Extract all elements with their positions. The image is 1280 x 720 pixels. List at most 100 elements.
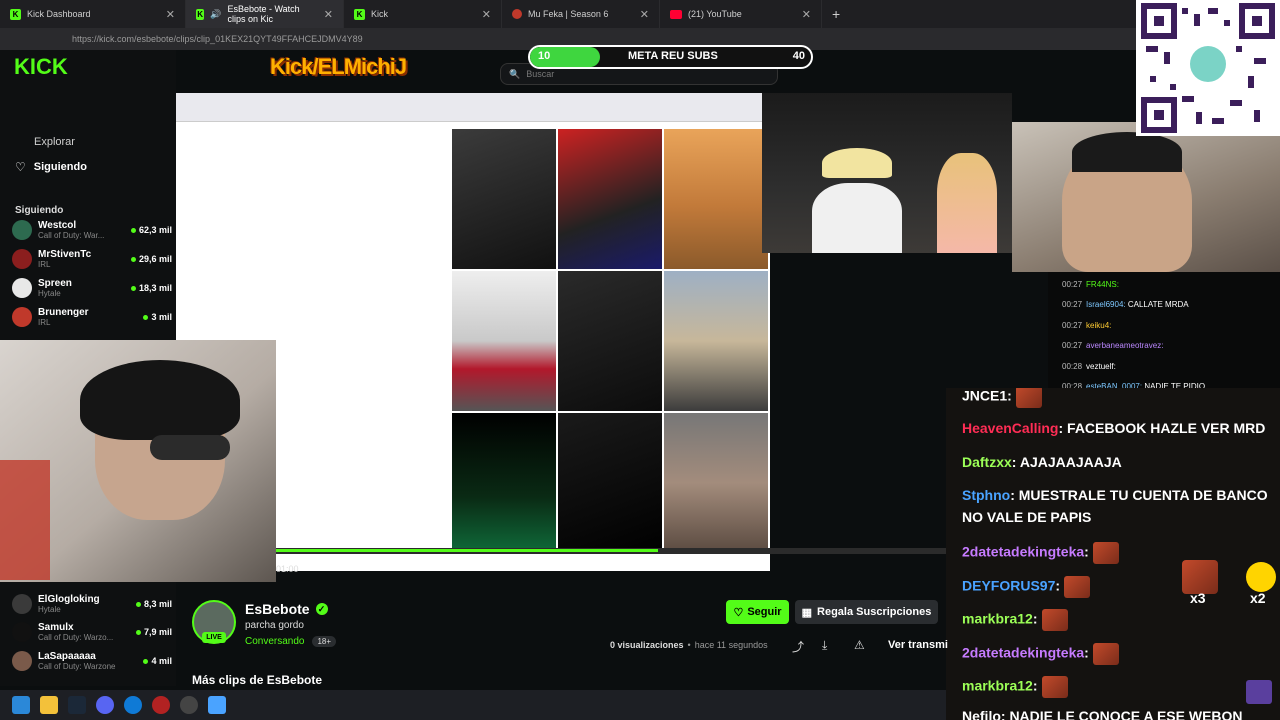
tab-label: Kick	[371, 9, 389, 19]
sidebar-explore[interactable]: Explorar	[34, 136, 75, 148]
chat-message: JNCE1:	[962, 388, 1042, 408]
gift-subs-button[interactable]: ▦ Regala Suscripciones	[795, 600, 938, 624]
video-inner-browser	[176, 93, 770, 121]
chat-message: markbra12:	[962, 609, 1068, 631]
gift-icon: ▦	[801, 606, 813, 619]
tab-kick-dashboard[interactable]: K Kick Dashboard ✕	[0, 0, 186, 28]
stream-category[interactable]: Conversando 18+	[245, 636, 337, 647]
sidebar-channel-lasapaaaaa[interactable]: LaSapaaaaa Call of Duty: Warzone 4 mil	[12, 647, 172, 675]
emote-icon	[1092, 643, 1119, 665]
chat-message: markbra12:	[962, 676, 1068, 698]
grid-photo	[452, 413, 556, 553]
chat-message: Stphno: MUESTRALE TU CUENTA DE BANCO	[962, 487, 1268, 503]
notepad-icon[interactable]	[208, 696, 226, 714]
meta-label: META REU SUBS	[628, 50, 718, 62]
emote-icon	[1015, 388, 1042, 408]
sidebar-channel-spreen[interactable]: Spreen Hytale 18,3 mil	[12, 274, 172, 302]
clip-stats: 0 visualizaciones • hace 11 segundos	[610, 640, 768, 650]
close-tab-icon[interactable]: ✕	[324, 8, 333, 21]
small-chat-message: 00:27 keiku4:	[1062, 321, 1112, 330]
heart-icon: ♡	[733, 606, 744, 619]
tab-label: EsBebote - Watch clips on Kic	[227, 4, 300, 24]
speaker-icon[interactable]: 🔊	[210, 9, 221, 20]
grid-photo	[452, 129, 556, 269]
sidebar-channel-westcol[interactable]: Westcol Call of Duty: War... 62,3 mil	[12, 216, 172, 244]
search-icon: 🔍	[509, 68, 521, 79]
qr-code	[1136, 0, 1280, 136]
emote-icon	[1041, 676, 1068, 698]
stream-title: parcha gordo	[245, 620, 304, 631]
video-progress-bar[interactable]	[276, 548, 946, 554]
watch-stream-button[interactable]: Ver transmi	[888, 639, 948, 651]
tab-label: Kick Dashboard	[27, 9, 91, 19]
grid-photo	[558, 413, 662, 553]
small-chat-message: 00:28 veztuelf:	[1062, 362, 1116, 371]
tab-kick[interactable]: K Kick ✕	[344, 0, 502, 28]
more-clips-heading: Más clips de EsBebote	[192, 673, 323, 687]
app-icon[interactable]	[152, 696, 170, 714]
browser-tab-bar: K Kick Dashboard ✕ K 🔊 EsBebote - Watch …	[0, 0, 1280, 28]
tab-youtube[interactable]: (21) YouTube ✕	[660, 0, 822, 28]
report-icon[interactable]: ⚠	[854, 638, 865, 652]
windows-start-icon[interactable]	[12, 696, 30, 714]
webcam-esbebote	[0, 340, 276, 582]
following-section-title: Siguiendo	[15, 205, 64, 216]
emote-icon	[1064, 576, 1091, 598]
tab-esbebote-clips[interactable]: K 🔊 EsBebote - Watch clips on Kic ✕	[186, 0, 344, 28]
app-icon[interactable]	[180, 696, 198, 714]
chat-message: DEYFORUS97:	[962, 576, 1091, 598]
close-tab-icon[interactable]: ✕	[482, 8, 491, 21]
age-badge: 18+	[312, 636, 337, 647]
close-tab-icon[interactable]: ✕	[802, 8, 811, 21]
grid-photo	[558, 129, 662, 269]
webcam-guests	[762, 93, 1012, 253]
close-tab-icon[interactable]: ✕	[640, 8, 649, 21]
sidebar-channel-brunenger[interactable]: Brunenger IRL 3 mil	[12, 303, 172, 331]
small-chat-message: 00:27 averbaneameotravez:	[1062, 341, 1164, 350]
combo-count: x3	[1190, 590, 1206, 606]
grid-photo	[664, 271, 768, 411]
tab-label: (21) YouTube	[688, 9, 742, 19]
close-tab-icon[interactable]: ✕	[166, 8, 175, 21]
youtube-icon	[670, 9, 682, 19]
emote-icon	[1041, 609, 1068, 631]
file-explorer-icon[interactable]	[40, 696, 58, 714]
sidebar-following-link[interactable]: ♡ Siguiendo	[15, 160, 87, 174]
avatar	[12, 278, 32, 298]
download-icon[interactable]: ⤓	[822, 638, 827, 653]
kick-logo[interactable]: KICK	[14, 54, 100, 80]
discord-icon[interactable]	[96, 696, 114, 714]
edge-icon[interactable]	[124, 696, 142, 714]
follow-button[interactable]: ♡ Seguir	[726, 600, 789, 624]
webcam-streamer	[1012, 122, 1280, 272]
viewer-count: 29,6 mil	[130, 254, 172, 264]
chat-message: Nefilo: NADIE LE CONOCE A ESE WEBON	[962, 708, 1243, 720]
kick-icon: K	[10, 8, 21, 20]
grid-photo	[452, 271, 556, 411]
viewer-count: 4 mil	[143, 656, 172, 666]
viewer-count: 7,9 mil	[135, 627, 172, 637]
sidebar-channel-mrstiventc[interactable]: MrStivenTc IRL 29,6 mil	[12, 245, 172, 273]
chat-message: Daftzxx: AJAJAAJAAJA	[962, 454, 1122, 470]
viewer-count: 62,3 mil	[130, 225, 172, 235]
viewer-count: 18,3 mil	[130, 283, 172, 293]
sidebar-channel-samulx[interactable]: Samulx Call of Duty: Warzo... 7,9 mil	[12, 618, 172, 646]
share-icon[interactable]: ⤴	[792, 638, 804, 655]
viewer-count: 8,3 mil	[135, 599, 172, 609]
steam-icon[interactable]	[68, 696, 86, 714]
url-text: https://kick.com/esbebote/clips/clip_01K…	[72, 34, 363, 44]
sidebar-channel-elglogloking[interactable]: ElGlogloking Hytale 8,3 mil	[12, 590, 172, 618]
viewer-count: 3 mil	[143, 312, 172, 322]
chat-message: 2datetadekingteka:	[962, 643, 1119, 665]
overlay-logo: Kick/ELMichiJ	[270, 54, 407, 79]
chat-overlay: JNCE1: HeavenCalling: FACEBOOK HAZLE VER…	[946, 388, 1280, 720]
meta-subs-bar: 10 META REU SUBS 40	[528, 45, 813, 69]
avatar	[12, 249, 32, 269]
chat-message: NO VALE DE PAPIS	[962, 509, 1092, 525]
kick-icon: K	[196, 8, 205, 20]
tab-mu-feka[interactable]: Mu Feka | Season 6 ✕	[502, 0, 660, 28]
channel-name[interactable]: EsBebote ✓	[245, 601, 328, 617]
chat-message: HeavenCalling: FACEBOOK HAZLE VER MRD	[962, 420, 1266, 436]
new-tab-button[interactable]: +	[822, 0, 862, 28]
small-chat-message: 00:27 FR44NS:	[1062, 280, 1119, 289]
